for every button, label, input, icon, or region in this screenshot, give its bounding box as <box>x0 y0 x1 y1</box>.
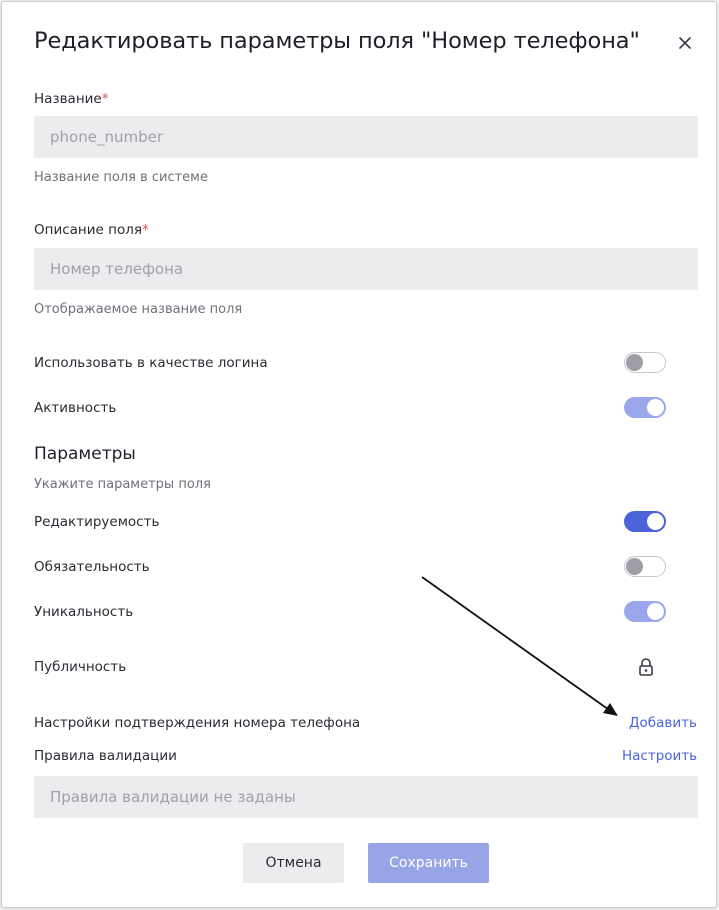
toggle-knob <box>647 513 664 530</box>
save-button[interactable]: Сохранить <box>368 843 489 883</box>
toggle-knob <box>647 399 664 416</box>
toggle-knob <box>626 557 643 575</box>
toggle-knob <box>626 353 643 371</box>
close-icon <box>679 37 691 49</box>
name-input[interactable]: phone_number <box>34 116 698 158</box>
description-label: Описание поля* <box>34 222 149 238</box>
close-button[interactable] <box>674 32 696 54</box>
required-label: Обязательность <box>34 559 150 575</box>
validation-rules-field: Правила валидации не заданы <box>34 776 698 818</box>
required-mark: * <box>141 222 149 238</box>
name-hint: Название поля в системе <box>34 170 208 185</box>
public-label: Публичность <box>34 659 127 675</box>
lock-icon <box>639 658 653 676</box>
cancel-button[interactable]: Отмена <box>243 843 344 883</box>
parameters-hint: Укажите параметры поля <box>34 477 211 492</box>
activity-label: Активность <box>34 400 117 416</box>
editable-label: Редактируемость <box>34 514 160 530</box>
editable-toggle[interactable] <box>624 511 666 532</box>
description-hint: Отображаемое название поля <box>34 302 243 317</box>
phone-confirmation-label: Настройки подтверждения номера телефона <box>34 715 361 731</box>
activity-toggle[interactable] <box>624 397 666 418</box>
unique-toggle[interactable] <box>624 601 666 622</box>
name-label: Название* <box>34 91 109 107</box>
parameters-title: Параметры <box>34 444 136 464</box>
use-as-login-toggle[interactable] <box>624 352 666 373</box>
add-confirmation-link[interactable]: Добавить <box>629 715 697 731</box>
required-mark: * <box>101 91 109 107</box>
edit-field-dialog: Редактировать параметры поля "Номер теле… <box>1 1 717 908</box>
validation-label: Правила валидации <box>34 748 177 764</box>
required-toggle[interactable] <box>624 556 666 577</box>
dialog-title: Редактировать параметры поля "Номер теле… <box>34 28 640 54</box>
use-as-login-label: Использовать в качестве логина <box>34 355 268 371</box>
description-input[interactable]: Номер телефона <box>34 248 698 290</box>
unique-label: Уникальность <box>34 604 134 620</box>
toggle-knob <box>647 603 664 620</box>
configure-validation-link[interactable]: Настроить <box>622 748 697 764</box>
